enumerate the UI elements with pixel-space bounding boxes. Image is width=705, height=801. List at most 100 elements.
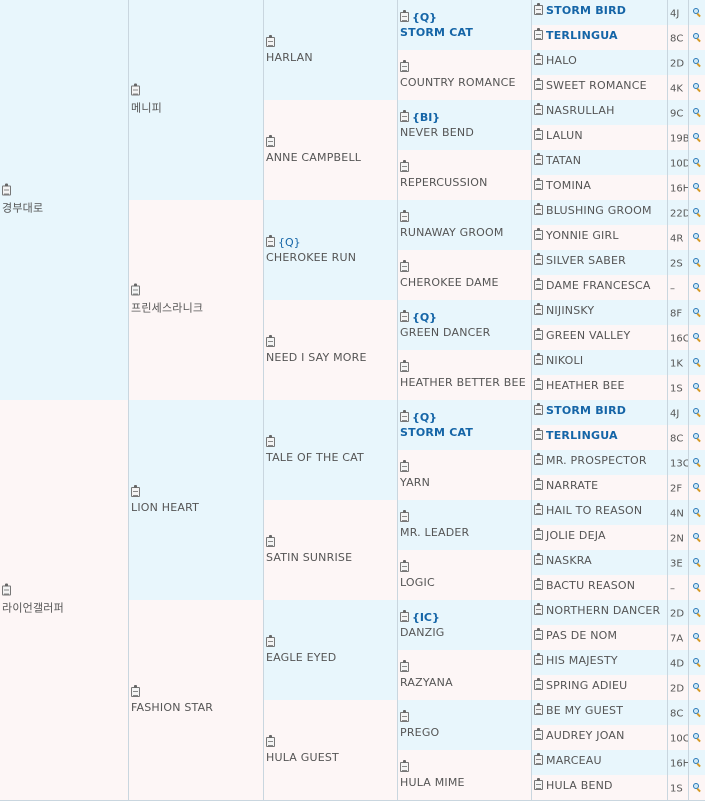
- clipboard-icon[interactable]: [400, 610, 409, 622]
- horse-name[interactable]: NEVER BEND: [400, 126, 529, 139]
- horse-name[interactable]: MR. LEADER: [400, 526, 529, 539]
- clipboard-icon[interactable]: [534, 278, 543, 290]
- magnifier-icon[interactable]: [693, 182, 701, 191]
- magnifier-icon[interactable]: [693, 7, 701, 16]
- magnifier-icon[interactable]: [693, 757, 701, 766]
- clipboard-icon[interactable]: [400, 110, 409, 122]
- clipboard-icon[interactable]: [534, 478, 543, 490]
- horse-name[interactable]: TOMINA: [546, 179, 591, 192]
- magnifier-icon[interactable]: [693, 607, 701, 616]
- magnifier-icon[interactable]: [693, 482, 701, 491]
- magnifier-icon[interactable]: [693, 282, 701, 291]
- clipboard-icon[interactable]: [534, 253, 543, 265]
- clipboard-icon[interactable]: [534, 553, 543, 565]
- horse-name[interactable]: HIS MAJESTY: [546, 654, 618, 667]
- horse-name[interactable]: BACTU REASON: [546, 579, 635, 592]
- magnifier-icon[interactable]: [693, 382, 701, 391]
- horse-name[interactable]: NASKRA: [546, 554, 592, 567]
- clipboard-icon[interactable]: [266, 35, 275, 47]
- magnifier-icon[interactable]: [693, 107, 701, 116]
- clipboard-icon[interactable]: [400, 210, 409, 222]
- magnifier-icon[interactable]: [693, 357, 701, 366]
- clipboard-icon[interactable]: [534, 153, 543, 165]
- horse-name[interactable]: LALUN: [546, 129, 583, 142]
- clipboard-icon[interactable]: [131, 283, 140, 296]
- magnifier-icon[interactable]: [693, 732, 701, 741]
- magnifier-icon[interactable]: [693, 157, 701, 166]
- clipboard-icon[interactable]: [131, 485, 140, 497]
- horse-name[interactable]: AUDREY JOAN: [546, 729, 625, 742]
- horse-name[interactable]: NASRULLAH: [546, 104, 615, 117]
- clipboard-icon[interactable]: [266, 535, 275, 547]
- horse-name[interactable]: SWEET ROMANCE: [546, 79, 647, 92]
- clipboard-icon[interactable]: [534, 228, 543, 240]
- horse-name[interactable]: SATIN SUNRISE: [266, 551, 395, 564]
- horse-name[interactable]: LOGIC: [400, 576, 529, 589]
- horse-name[interactable]: GREEN DANCER: [400, 326, 529, 339]
- clipboard-icon[interactable]: [534, 403, 543, 415]
- horse-name[interactable]: TERLINGUA: [546, 429, 618, 442]
- magnifier-icon[interactable]: [693, 432, 701, 441]
- magnifier-icon[interactable]: [693, 782, 701, 791]
- magnifier-icon[interactable]: [693, 32, 701, 41]
- horse-name[interactable]: HAIL TO REASON: [546, 504, 642, 517]
- horse-name[interactable]: HULA GUEST: [266, 751, 395, 764]
- clipboard-icon[interactable]: [266, 435, 275, 447]
- magnifier-icon[interactable]: [693, 332, 701, 341]
- clipboard-icon[interactable]: [534, 28, 543, 40]
- horse-name[interactable]: BLUSHING GROOM: [546, 204, 652, 217]
- clipboard-icon[interactable]: [534, 353, 543, 365]
- horse-name[interactable]: 메니피: [131, 100, 261, 116]
- clipboard-icon[interactable]: [534, 378, 543, 390]
- horse-name[interactable]: 경부대로: [2, 200, 126, 216]
- clipboard-icon[interactable]: [400, 660, 409, 672]
- clipboard-icon[interactable]: [534, 128, 543, 140]
- horse-name[interactable]: RUNAWAY GROOM: [400, 226, 529, 239]
- horse-name[interactable]: HARLAN: [266, 51, 395, 64]
- clipboard-icon[interactable]: [400, 560, 409, 572]
- clipboard-icon[interactable]: [266, 735, 275, 747]
- magnifier-icon[interactable]: [693, 532, 701, 541]
- horse-name[interactable]: TALE OF THE CAT: [266, 451, 395, 464]
- clipboard-icon[interactable]: [266, 135, 275, 147]
- horse-name[interactable]: HALO: [546, 54, 577, 67]
- clipboard-icon[interactable]: [266, 335, 275, 347]
- horse-name[interactable]: JOLIE DEJA: [546, 529, 606, 542]
- horse-name[interactable]: YARN: [400, 476, 529, 489]
- horse-name[interactable]: NEED I SAY MORE: [266, 351, 395, 364]
- clipboard-icon[interactable]: [534, 603, 543, 615]
- horse-name[interactable]: TATAN: [546, 154, 581, 167]
- clipboard-icon[interactable]: [534, 703, 543, 715]
- magnifier-icon[interactable]: [693, 582, 701, 591]
- horse-name[interactable]: STORM CAT: [400, 26, 529, 39]
- horse-name[interactable]: DAME FRANCESCA: [546, 279, 651, 292]
- horse-name[interactable]: COUNTRY ROMANCE: [400, 76, 529, 89]
- clipboard-icon[interactable]: [534, 678, 543, 690]
- magnifier-icon[interactable]: [693, 232, 701, 241]
- horse-name[interactable]: NIKOLI: [546, 354, 583, 367]
- clipboard-icon[interactable]: [400, 360, 409, 372]
- horse-name[interactable]: NORTHERN DANCER: [546, 604, 660, 617]
- horse-name[interactable]: BE MY GUEST: [546, 704, 623, 717]
- horse-name[interactable]: GREEN VALLEY: [546, 329, 630, 342]
- clipboard-icon[interactable]: [400, 160, 409, 172]
- clipboard-icon[interactable]: [131, 83, 140, 96]
- clipboard-icon[interactable]: [266, 635, 275, 647]
- horse-name[interactable]: 라이언갤러퍼: [2, 600, 126, 616]
- clipboard-icon[interactable]: [534, 528, 543, 540]
- clipboard-icon[interactable]: [534, 53, 543, 65]
- clipboard-icon[interactable]: [534, 3, 543, 15]
- horse-name[interactable]: NIJINSKY: [546, 304, 594, 317]
- horse-name[interactable]: 프린세스라니크: [131, 300, 261, 316]
- horse-name[interactable]: FASHION STAR: [131, 701, 261, 714]
- clipboard-icon[interactable]: [400, 10, 409, 22]
- horse-name[interactable]: HEATHER BEE: [546, 379, 625, 392]
- clipboard-icon[interactable]: [534, 578, 543, 590]
- horse-name[interactable]: CHEROKEE DAME: [400, 276, 529, 289]
- horse-name[interactable]: STORM CAT: [400, 426, 529, 439]
- horse-name[interactable]: PREGO: [400, 726, 529, 739]
- clipboard-icon[interactable]: [400, 310, 409, 322]
- magnifier-icon[interactable]: [693, 457, 701, 466]
- clipboard-icon[interactable]: [534, 778, 543, 790]
- magnifier-icon[interactable]: [693, 657, 701, 666]
